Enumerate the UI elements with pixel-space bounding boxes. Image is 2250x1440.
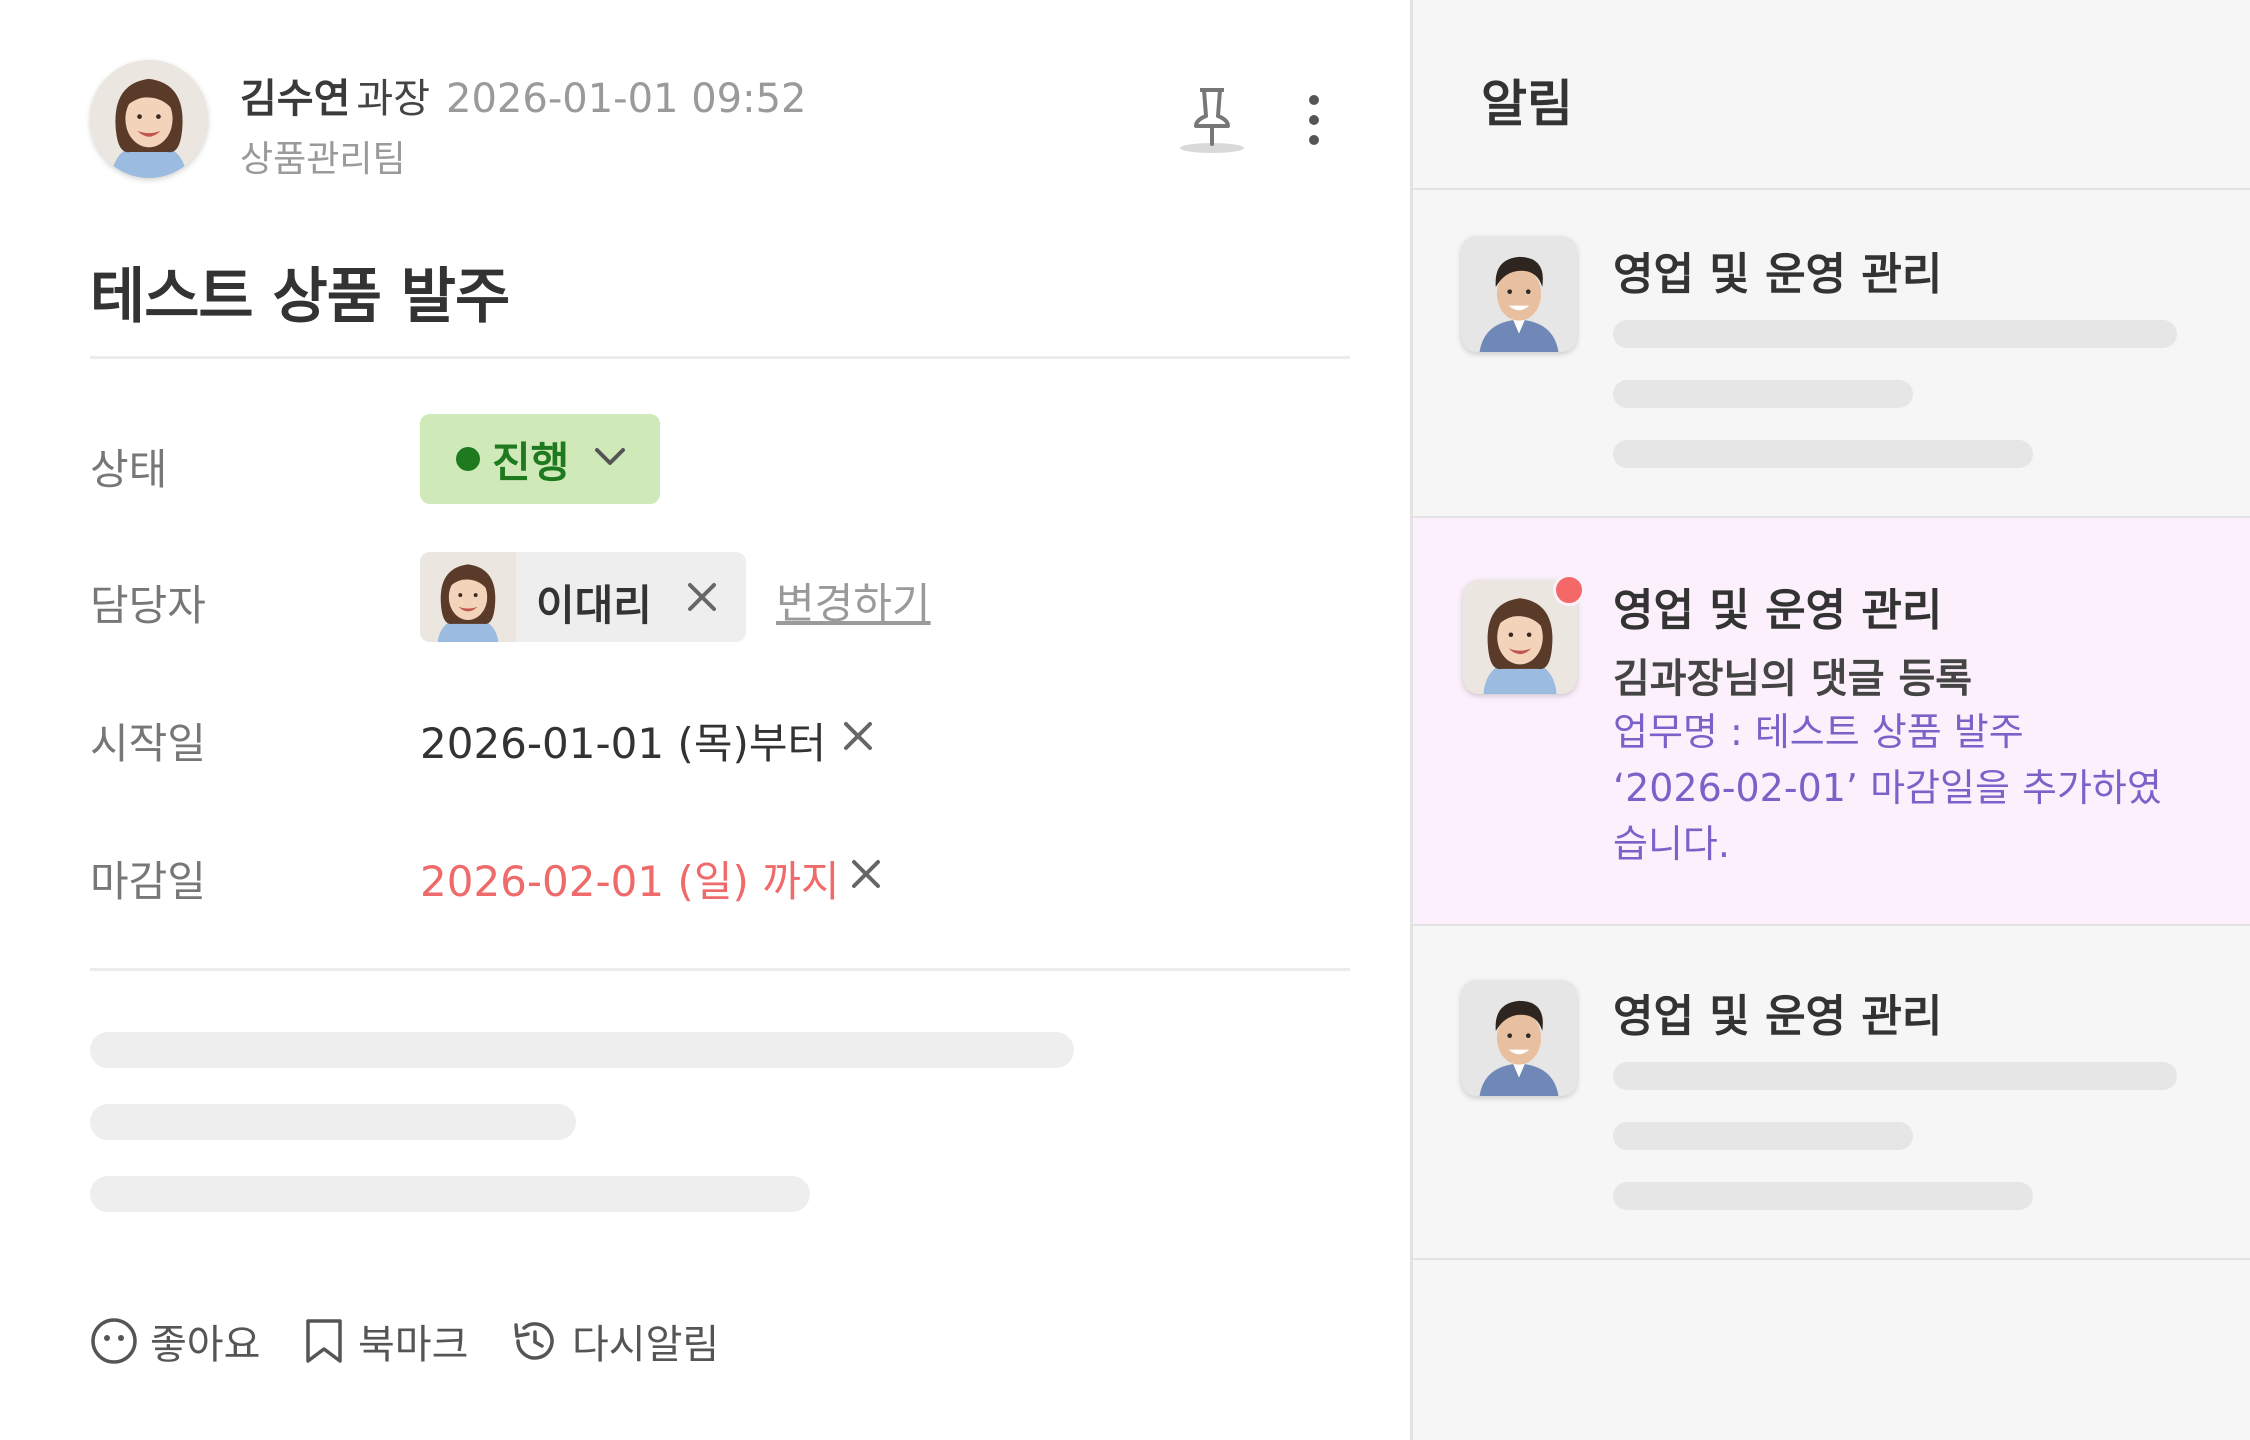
notification-title: 영업 및 운영 관리 bbox=[1613, 991, 1943, 1042]
content-placeholder-line bbox=[90, 1104, 576, 1140]
notification-message: ‘2026-02-01’ 마감일을 추가하였습니다. bbox=[1613, 766, 2162, 866]
notification-placeholder-line bbox=[1613, 1182, 2033, 1210]
assignee-name: 이대리 bbox=[536, 581, 652, 630]
assignee-avatar bbox=[420, 552, 516, 642]
notification-placeholder-line bbox=[1613, 320, 2177, 348]
notification-title: 영업 및 운영 관리 bbox=[1613, 249, 1943, 300]
bookmark-icon bbox=[306, 1319, 342, 1363]
bookmark-label: 북마크 bbox=[358, 1322, 469, 1368]
status-dot bbox=[456, 447, 480, 471]
start-date-value[interactable]: 2026-01-01 (목)부터 bbox=[420, 710, 826, 771]
sender-avatar bbox=[1461, 980, 1577, 1096]
notification-item[interactable]: 영업 및 운영 관리 bbox=[1413, 926, 2250, 1258]
assignee-chip[interactable]: 이대리 bbox=[420, 552, 746, 642]
notification-item[interactable]: 영업 및 운영 관리 bbox=[1413, 190, 2250, 516]
status-value: 진행 bbox=[492, 437, 570, 487]
author-line: 김수연 과장 2026-01-01 09:52 bbox=[240, 66, 806, 124]
task-detail-panel: 김수연 과장 2026-01-01 09:52 상품관리팀 테스트 상품 발주 상태… bbox=[0, 0, 1410, 1440]
clear-due-date-icon[interactable] bbox=[848, 856, 884, 892]
bookmark-button[interactable]: 북마크 bbox=[302, 1312, 468, 1370]
smile-icon bbox=[91, 1318, 137, 1364]
author-rank: 과장 bbox=[356, 76, 431, 122]
remind-icon bbox=[514, 1322, 554, 1360]
status-label: 상태 bbox=[90, 445, 168, 494]
due-date-value[interactable]: 2026-02-01 (일) 까지 bbox=[420, 848, 839, 909]
task-title: 테스트 상품 발주 bbox=[90, 262, 510, 332]
chevron-down-icon bbox=[593, 446, 627, 472]
notification-placeholder-line bbox=[1613, 1062, 2177, 1090]
remove-assignee-icon[interactable] bbox=[684, 579, 720, 615]
notification-panel-title: 알림 bbox=[1481, 75, 1573, 133]
author-name[interactable]: 김수연 bbox=[240, 76, 350, 122]
content-placeholder-line bbox=[90, 1032, 1074, 1068]
notification-title: 영업 및 운영 관리 bbox=[1613, 585, 1943, 636]
unread-badge bbox=[1553, 574, 1585, 606]
notification-separator bbox=[1413, 1258, 2250, 1260]
sender-avatar bbox=[1461, 236, 1577, 352]
title-divider bbox=[90, 356, 1350, 359]
content-placeholder-line bbox=[90, 1176, 810, 1212]
remind-label: 다시알림 bbox=[572, 1322, 720, 1368]
status-dropdown[interactable]: 진행 bbox=[420, 414, 660, 504]
like-label: 좋아요 bbox=[150, 1322, 261, 1368]
due-date-label: 마감일 bbox=[90, 857, 206, 906]
notification-placeholder-line bbox=[1613, 380, 1913, 408]
change-assignee-link[interactable]: 변경하기 bbox=[776, 570, 931, 631]
notification-subtitle: 김과장님의 댓글 등록 bbox=[1613, 656, 1973, 702]
notification-placeholder-line bbox=[1613, 440, 2033, 468]
notification-body: 업무명 : 테스트 상품 발주 ‘2026-02-01’ 마감일을 추가하였습니… bbox=[1613, 704, 2173, 872]
assignee-label: 담당자 bbox=[90, 581, 206, 630]
notification-panel: 알림 영업 및 운영 관리 영업 및 운영 관리 김과장님의 댓글 등록 업무명… bbox=[1410, 0, 2250, 1440]
clear-start-date-icon[interactable] bbox=[840, 718, 876, 754]
fields-divider bbox=[90, 968, 1350, 971]
more-vertical-icon[interactable] bbox=[1300, 92, 1328, 148]
author-avatar[interactable] bbox=[90, 60, 208, 178]
remind-button[interactable]: 다시알림 bbox=[508, 1312, 719, 1370]
start-date-label: 시작일 bbox=[90, 719, 206, 768]
notification-placeholder-line bbox=[1613, 1122, 1913, 1150]
post-time: 2026-01-01 09:52 bbox=[446, 76, 807, 122]
notification-item-unread[interactable]: 영업 및 운영 관리 김과장님의 댓글 등록 업무명 : 테스트 상품 발주 ‘… bbox=[1413, 518, 2250, 924]
notification-task-name: 업무명 : 테스트 상품 발주 bbox=[1613, 710, 2024, 754]
pin-icon[interactable] bbox=[1176, 84, 1252, 156]
like-button[interactable]: 좋아요 bbox=[90, 1312, 260, 1370]
author-team: 상품관리팀 bbox=[240, 139, 406, 180]
